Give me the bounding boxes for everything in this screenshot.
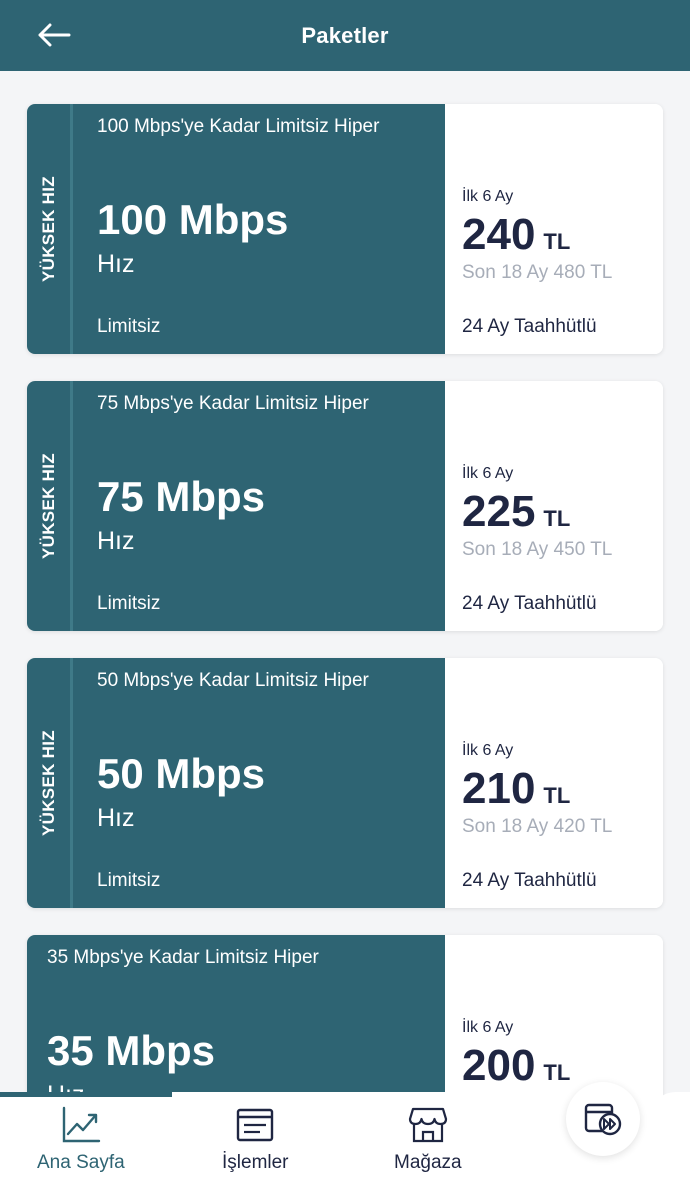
later-price: Son 18 Ay 450 TL	[462, 539, 613, 560]
package-badge-label: YÜKSEK HIZ	[38, 176, 58, 282]
fast-forward-screen-icon	[584, 1103, 622, 1136]
package-price: 210	[462, 764, 536, 813]
nav-label: Mağaza	[394, 1152, 462, 1173]
list-window-icon	[237, 1108, 274, 1142]
package-badge-label: YÜKSEK HIZ	[38, 730, 58, 836]
package-info: 50 Mbps'ye Kadar Limitsiz Hiper 50 Mbps …	[73, 658, 445, 908]
package-card[interactable]: YÜKSEK HIZ 100 Mbps'ye Kadar Limitsiz Hi…	[27, 104, 663, 354]
package-name: 75 Mbps'ye Kadar Limitsiz Hiper	[97, 393, 369, 414]
nav-item-magaza[interactable]: Mağaza	[394, 1106, 462, 1174]
package-badge-label: YÜKSEK HIZ	[38, 453, 58, 559]
arrow-left-icon	[38, 23, 71, 47]
package-badge: YÜKSEK HIZ	[27, 658, 73, 908]
app-header: Paketler	[0, 0, 690, 71]
package-card-left-panel: YÜKSEK HIZ 75 Mbps'ye Kadar Limitsiz Hip…	[27, 381, 445, 631]
package-card[interactable]: YÜKSEK HIZ 75 Mbps'ye Kadar Limitsiz Hip…	[27, 381, 663, 631]
package-badge: YÜKSEK HIZ	[27, 381, 73, 631]
promo-period-label: İlk 6 Ay	[462, 1019, 514, 1036]
package-info: 100 Mbps'ye Kadar Limitsiz Hiper 100 Mbp…	[73, 104, 445, 354]
package-limit: Limitsiz	[97, 593, 161, 614]
package-card-left-panel: YÜKSEK HIZ 100 Mbps'ye Kadar Limitsiz Hi…	[27, 104, 445, 354]
price-row: 240 TL	[462, 210, 570, 260]
back-button[interactable]	[30, 14, 78, 56]
package-speed: 100 Mbps	[97, 196, 289, 243]
package-card-left-panel: YÜKSEK HIZ 50 Mbps'ye Kadar Limitsiz Hip…	[27, 658, 445, 908]
package-speed-label: Hız	[97, 527, 135, 555]
later-price: Son 18 Ay 420 TL	[462, 816, 613, 837]
commitment-label: 24 Ay Taahhütlü	[462, 316, 597, 337]
commitment-label: 24 Ay Taahhütlü	[462, 593, 597, 614]
price-currency: TL	[543, 506, 571, 531]
package-limit: Limitsiz	[97, 870, 161, 891]
package-price-panel: İlk 6 Ay 240 TL Son 18 Ay 480 TL 24 Ay T…	[445, 104, 663, 354]
promo-period-label: İlk 6 Ay	[462, 742, 514, 759]
package-price: 240	[462, 210, 536, 259]
package-price: 225	[462, 487, 536, 536]
package-info: 75 Mbps'ye Kadar Limitsiz Hiper 75 Mbps …	[73, 381, 445, 631]
store-icon	[408, 1107, 447, 1143]
nav-label: Ana Sayfa	[37, 1152, 125, 1173]
package-name: 50 Mbps'ye Kadar Limitsiz Hiper	[97, 670, 369, 691]
price-currency: TL	[543, 1060, 571, 1085]
price-row: 200 TL	[462, 1041, 570, 1091]
package-price-panel: İlk 6 Ay 210 TL Son 18 Ay 420 TL 24 Ay T…	[445, 658, 663, 908]
promo-period-label: İlk 6 Ay	[462, 465, 514, 482]
package-speed: 50 Mbps	[97, 750, 266, 797]
package-speed: 75 Mbps	[97, 473, 266, 520]
package-limit: Limitsiz	[97, 316, 161, 337]
package-name: 100 Mbps'ye Kadar Limitsiz Hiper	[97, 116, 380, 137]
nav-item-ana-sayfa[interactable]: Ana Sayfa	[37, 1106, 125, 1174]
chart-line-icon	[62, 1106, 101, 1143]
page-title: Paketler	[301, 22, 389, 48]
package-name: 35 Mbps'ye Kadar Limitsiz Hiper	[47, 947, 319, 968]
package-card[interactable]: YÜKSEK HIZ 50 Mbps'ye Kadar Limitsiz Hip…	[27, 658, 663, 908]
nav-label: İşlemler	[222, 1152, 289, 1173]
price-row: 210 TL	[462, 764, 570, 814]
package-speed-label: Hız	[97, 804, 135, 832]
active-tab-indicator	[0, 1092, 172, 1097]
price-row: 225 TL	[462, 487, 570, 537]
price-currency: TL	[543, 783, 571, 808]
fast-forward-action-button[interactable]	[566, 1082, 640, 1156]
package-price: 200	[462, 1041, 536, 1090]
nav-item-islemler[interactable]: İşlemler	[222, 1106, 289, 1174]
package-price-panel: İlk 6 Ay 225 TL Son 18 Ay 450 TL 24 Ay T…	[445, 381, 663, 631]
package-badge: YÜKSEK HIZ	[27, 104, 73, 354]
later-price: Son 18 Ay 480 TL	[462, 262, 613, 283]
package-speed-label: Hız	[97, 250, 135, 278]
price-currency: TL	[543, 229, 571, 254]
package-speed: 35 Mbps	[47, 1027, 216, 1074]
promo-period-label: İlk 6 Ay	[462, 188, 514, 205]
commitment-label: 24 Ay Taahhütlü	[462, 870, 597, 891]
